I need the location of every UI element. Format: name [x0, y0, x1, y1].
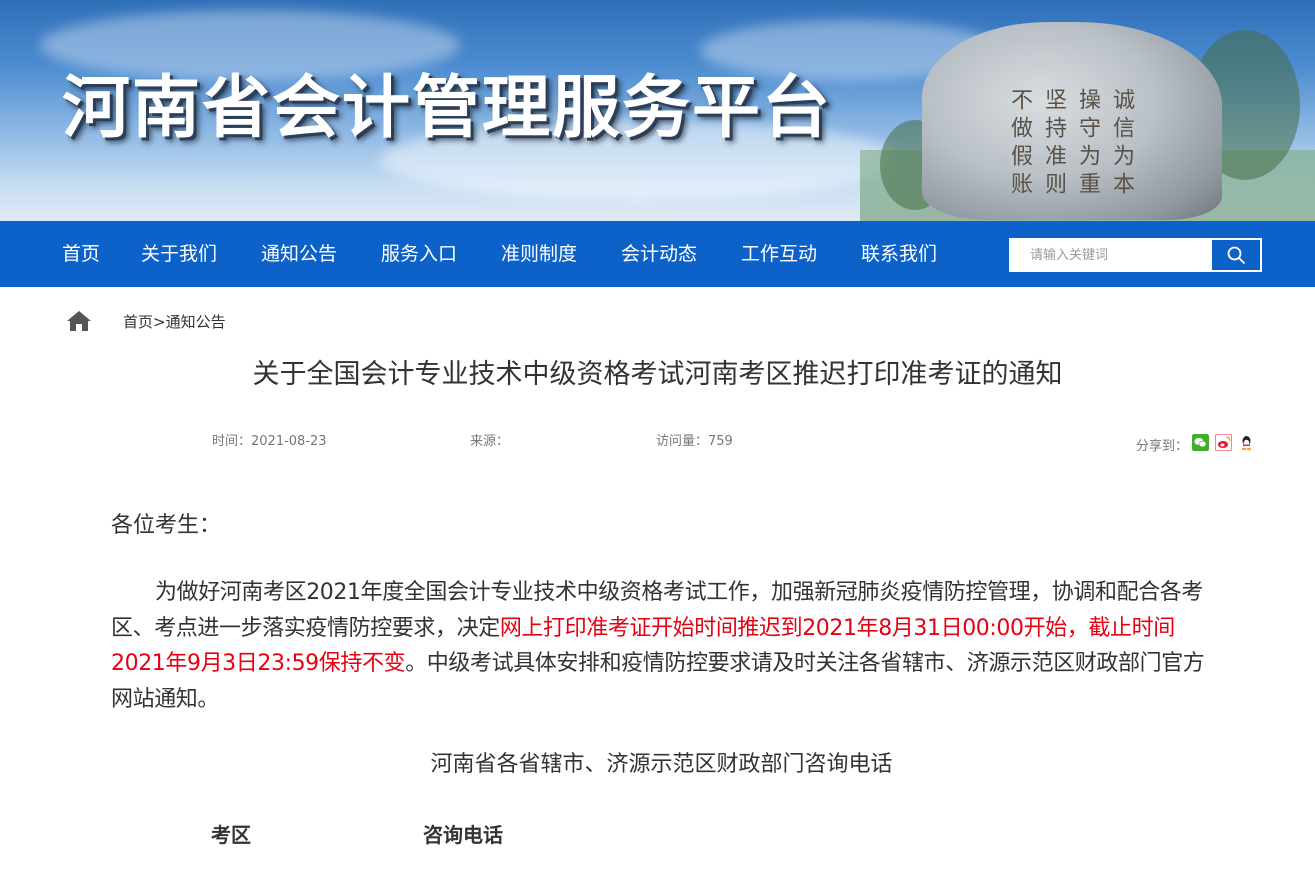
search-button[interactable] [1211, 239, 1261, 271]
search-input[interactable] [1010, 239, 1211, 271]
stone-inscription: 诚信为本 [1109, 88, 1134, 200]
breadcrumb-separator: > [153, 313, 166, 331]
nav-item-interaction[interactable]: 工作互动 [741, 221, 817, 287]
table-header-phone: 咨询电话 [423, 823, 503, 847]
weibo-icon[interactable] [1215, 434, 1232, 451]
home-icon[interactable] [66, 309, 92, 333]
magnifier-icon [1227, 246, 1245, 264]
stone-inscription: 坚持准则 [1041, 88, 1066, 200]
nav-item-contact[interactable]: 联系我们 [861, 221, 937, 287]
article-greeting: 各位考生： [111, 513, 222, 538]
nav-item-news[interactable]: 会计动态 [621, 221, 697, 287]
header-banner: 诚信为本 操守为重 坚持准则 不做假账 河南省会计管理服务平台 [0, 0, 1315, 221]
contact-heading: 河南省各省辖市、济源示范区财政部门咨询电话 [430, 752, 893, 777]
article-views: 访问量：759 [656, 434, 733, 449]
site-title: 河南省会计管理服务平台 [62, 69, 833, 148]
breadcrumb-home[interactable]: 首页 [123, 313, 153, 331]
wechat-icon[interactable] [1192, 434, 1209, 451]
nav-item-home[interactable]: 首页 [62, 221, 100, 287]
article-source: 来源： [470, 434, 510, 449]
share-label: 分享到： [1136, 439, 1189, 454]
qq-icon[interactable] [1238, 434, 1255, 451]
stone-inscription: 不做假账 [1007, 88, 1032, 200]
breadcrumb-current[interactable]: 通知公告 [166, 313, 226, 331]
search-box [1009, 238, 1262, 272]
nav-item-notices[interactable]: 通知公告 [261, 221, 337, 287]
table-header-region: 考区 [211, 823, 251, 847]
article-paragraph: 为做好河南考区2021年度全国会计专业技术中级资格考试工作，加强新冠肺炎疫情防控… [111, 575, 1211, 717]
nav-item-standards[interactable]: 准则制度 [501, 221, 577, 287]
article-title: 关于全国会计专业技术中级资格考试河南考区推迟打印准考证的通知 [252, 359, 1063, 390]
nav-item-about[interactable]: 关于我们 [141, 221, 217, 287]
nav-item-services[interactable]: 服务入口 [381, 221, 457, 287]
article-time: 时间：2021-08-23 [212, 434, 327, 449]
breadcrumb: 首页>通知公告 [123, 311, 226, 332]
main-nav: 首页 关于我们 通知公告 服务入口 准则制度 会计动态 工作互动 联系我们 [0, 221, 1315, 287]
stone-inscription: 操守为重 [1075, 88, 1100, 200]
